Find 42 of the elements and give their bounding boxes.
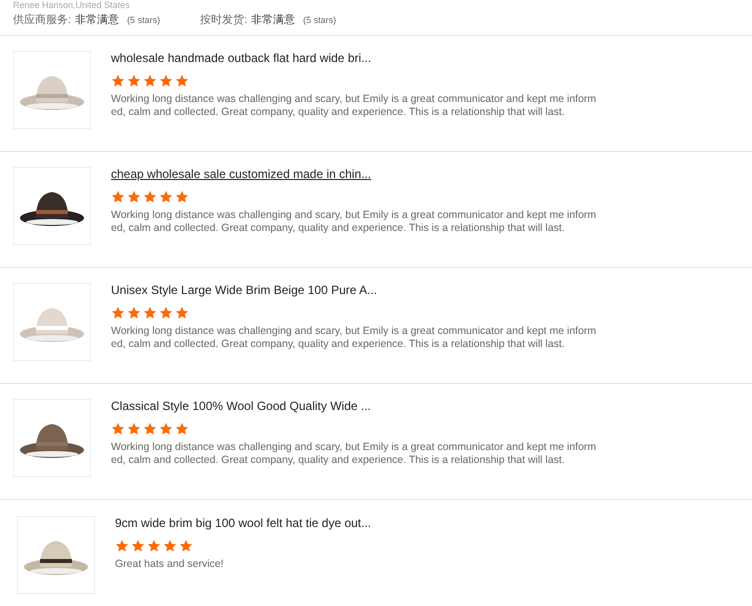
star-icon xyxy=(175,422,189,436)
rating-stars-text: (5 stars) xyxy=(127,15,160,25)
star-icon xyxy=(159,422,173,436)
rating-value: 非常满意 xyxy=(251,13,296,27)
product-title-link[interactable]: 9cm wide brim big 100 wool felt hat tie dye out... xyxy=(115,516,605,531)
review-text: Great hats and service! xyxy=(115,558,225,571)
star-icon xyxy=(143,190,157,204)
reviewer-name: Renee Hanson,United States xyxy=(13,0,131,10)
review-text: Working long distance was challenging and scary, but Emily is a great communicator and kept me informed, calm and collected. Great company, quality and experience. This is a relationship that will last. xyxy=(111,441,598,467)
star-icon xyxy=(115,539,129,553)
product-title-link[interactable]: cheap wholesale sale customized made in chin... xyxy=(111,167,601,182)
star-icon xyxy=(159,306,173,320)
star-icon xyxy=(175,74,189,88)
star-icon xyxy=(175,190,189,204)
star-icon xyxy=(143,422,157,436)
rating-label: 按时发货: xyxy=(200,13,248,27)
star-icon xyxy=(159,74,173,88)
star-icon xyxy=(163,539,177,553)
product-title-link[interactable]: wholesale handmade outback flat hard wide bri... xyxy=(111,51,601,66)
star-icon xyxy=(127,190,141,204)
rating-value: 非常满意 xyxy=(75,13,120,27)
star-icon xyxy=(111,306,125,320)
review-text: Working long distance was challenging and scary, but Emily is a great communicator and kept me informed, calm and collected. Great company, quality and experience. This is a relationship that will last. xyxy=(111,209,598,235)
star-icon xyxy=(111,74,125,88)
star-icon xyxy=(143,306,157,320)
star-icon xyxy=(111,190,125,204)
rating-stars-text: (5 stars) xyxy=(303,15,336,25)
star-icon xyxy=(159,190,173,204)
star-icon xyxy=(127,422,141,436)
star-icon xyxy=(179,539,193,553)
star-icon xyxy=(131,539,145,553)
star-icon xyxy=(127,74,141,88)
review-text: Working long distance was challenging and scary, but Emily is a great communicator and kept me informed, calm and collected. Great company, quality and experience. This is a relationship that will last. xyxy=(111,325,598,351)
star-icon xyxy=(147,539,161,553)
star-icon xyxy=(127,306,141,320)
product-title-link[interactable]: Classical Style 100% Wool Good Quality Wide ... xyxy=(111,399,601,414)
star-icon xyxy=(111,422,125,436)
rating-label: 供应商服务: xyxy=(13,12,72,27)
product-title-link[interactable]: Unisex Style Large Wide Brim Beige 100 Pure A... xyxy=(111,283,601,298)
star-icon xyxy=(175,306,189,320)
star-icon xyxy=(143,74,157,88)
review-text: Working long distance was challenging and scary, but Emily is a great communicator and kept me informed, calm and collected. Great company, quality and experience. This is a relationship that will last. xyxy=(111,93,598,119)
